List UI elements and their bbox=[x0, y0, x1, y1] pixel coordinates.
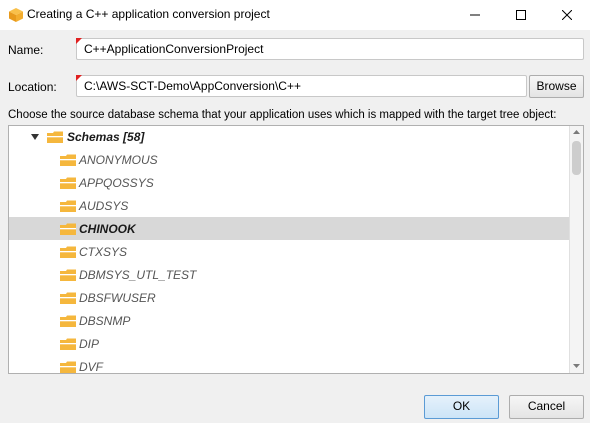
minimize-icon bbox=[470, 14, 480, 16]
tree-item-label: DIP bbox=[79, 337, 100, 351]
tree-item-label: CHINOOK bbox=[79, 222, 136, 236]
required-marker bbox=[76, 38, 82, 44]
tree-item[interactable]: CTXSYS bbox=[9, 240, 570, 263]
close-icon bbox=[562, 10, 572, 20]
tree-item[interactable]: APPQOSSYS bbox=[9, 171, 570, 194]
folder-icon bbox=[60, 269, 76, 281]
name-label: Name: bbox=[8, 43, 44, 57]
maximize-icon bbox=[516, 10, 526, 20]
tree-item[interactable]: DBMSYS_UTL_TEST bbox=[9, 263, 570, 286]
location-field[interactable]: C:\AWS-SCT-Demo\AppConversion\C++ bbox=[76, 75, 527, 97]
title-bar: Creating a C++ application conversion pr… bbox=[0, 0, 590, 30]
maximize-button[interactable] bbox=[498, 0, 544, 30]
name-field[interactable]: C++ApplicationConversionProject bbox=[76, 38, 584, 60]
location-value: C:\AWS-SCT-Demo\AppConversion\C++ bbox=[84, 79, 301, 93]
tree-item[interactable]: DBSFWUSER bbox=[9, 286, 570, 309]
tree-item-label: AUDSYS bbox=[79, 199, 129, 213]
tree-item-label: APPQOSSYS bbox=[79, 176, 154, 190]
window-title: Creating a C++ application conversion pr… bbox=[27, 7, 270, 21]
folder-icon bbox=[60, 315, 76, 327]
instruction-text: Choose the source database schema that y… bbox=[8, 109, 557, 121]
folder-icon bbox=[60, 223, 76, 235]
folder-icon bbox=[60, 154, 76, 166]
cancel-button[interactable]: Cancel bbox=[509, 395, 584, 419]
schema-tree[interactable]: Schemas [58] ANONYMOUS APPQOSSYS AUDSYS … bbox=[8, 125, 584, 374]
folder-icon bbox=[60, 338, 76, 350]
tree-item[interactable]: DVF bbox=[9, 355, 570, 374]
tree-item[interactable]: DIP bbox=[9, 332, 570, 355]
tree-item-label: DBMSYS_UTL_TEST bbox=[79, 268, 197, 282]
folder-icon bbox=[60, 177, 76, 189]
folder-icon bbox=[60, 292, 76, 304]
expand-triangle-icon[interactable] bbox=[31, 134, 39, 140]
cube-icon bbox=[9, 8, 23, 22]
vertical-scrollbar[interactable] bbox=[569, 126, 583, 373]
name-value: C++ApplicationConversionProject bbox=[84, 42, 264, 56]
folder-icon bbox=[60, 200, 76, 212]
folder-icon bbox=[60, 246, 76, 258]
close-button[interactable] bbox=[544, 0, 590, 30]
scroll-thumb[interactable] bbox=[572, 141, 581, 175]
tree-item-selected[interactable]: CHINOOK bbox=[9, 217, 570, 240]
tree-item-label: DVF bbox=[79, 360, 103, 374]
location-label: Location: bbox=[8, 80, 57, 94]
folder-icon bbox=[60, 361, 76, 373]
tree-item-label: DBSNMP bbox=[79, 314, 131, 328]
tree-item[interactable]: AUDSYS bbox=[9, 194, 570, 217]
tree-item-label: DBSFWUSER bbox=[79, 291, 156, 305]
minimize-button[interactable] bbox=[452, 0, 498, 30]
tree-item[interactable]: ANONYMOUS bbox=[9, 148, 570, 171]
ok-button[interactable]: OK bbox=[424, 395, 499, 419]
browse-button[interactable]: Browse bbox=[529, 75, 584, 98]
tree-item-label: CTXSYS bbox=[79, 245, 128, 259]
scroll-down-arrow-icon[interactable] bbox=[573, 364, 580, 368]
scroll-up-arrow-icon[interactable] bbox=[573, 130, 580, 134]
required-marker bbox=[76, 75, 82, 81]
folder-icon bbox=[47, 131, 63, 143]
tree-item-label: ANONYMOUS bbox=[79, 153, 158, 167]
tree-root-label: Schemas [58] bbox=[67, 130, 145, 144]
tree-root-row[interactable]: Schemas [58] bbox=[9, 126, 570, 149]
tree-item[interactable]: DBSNMP bbox=[9, 309, 570, 332]
